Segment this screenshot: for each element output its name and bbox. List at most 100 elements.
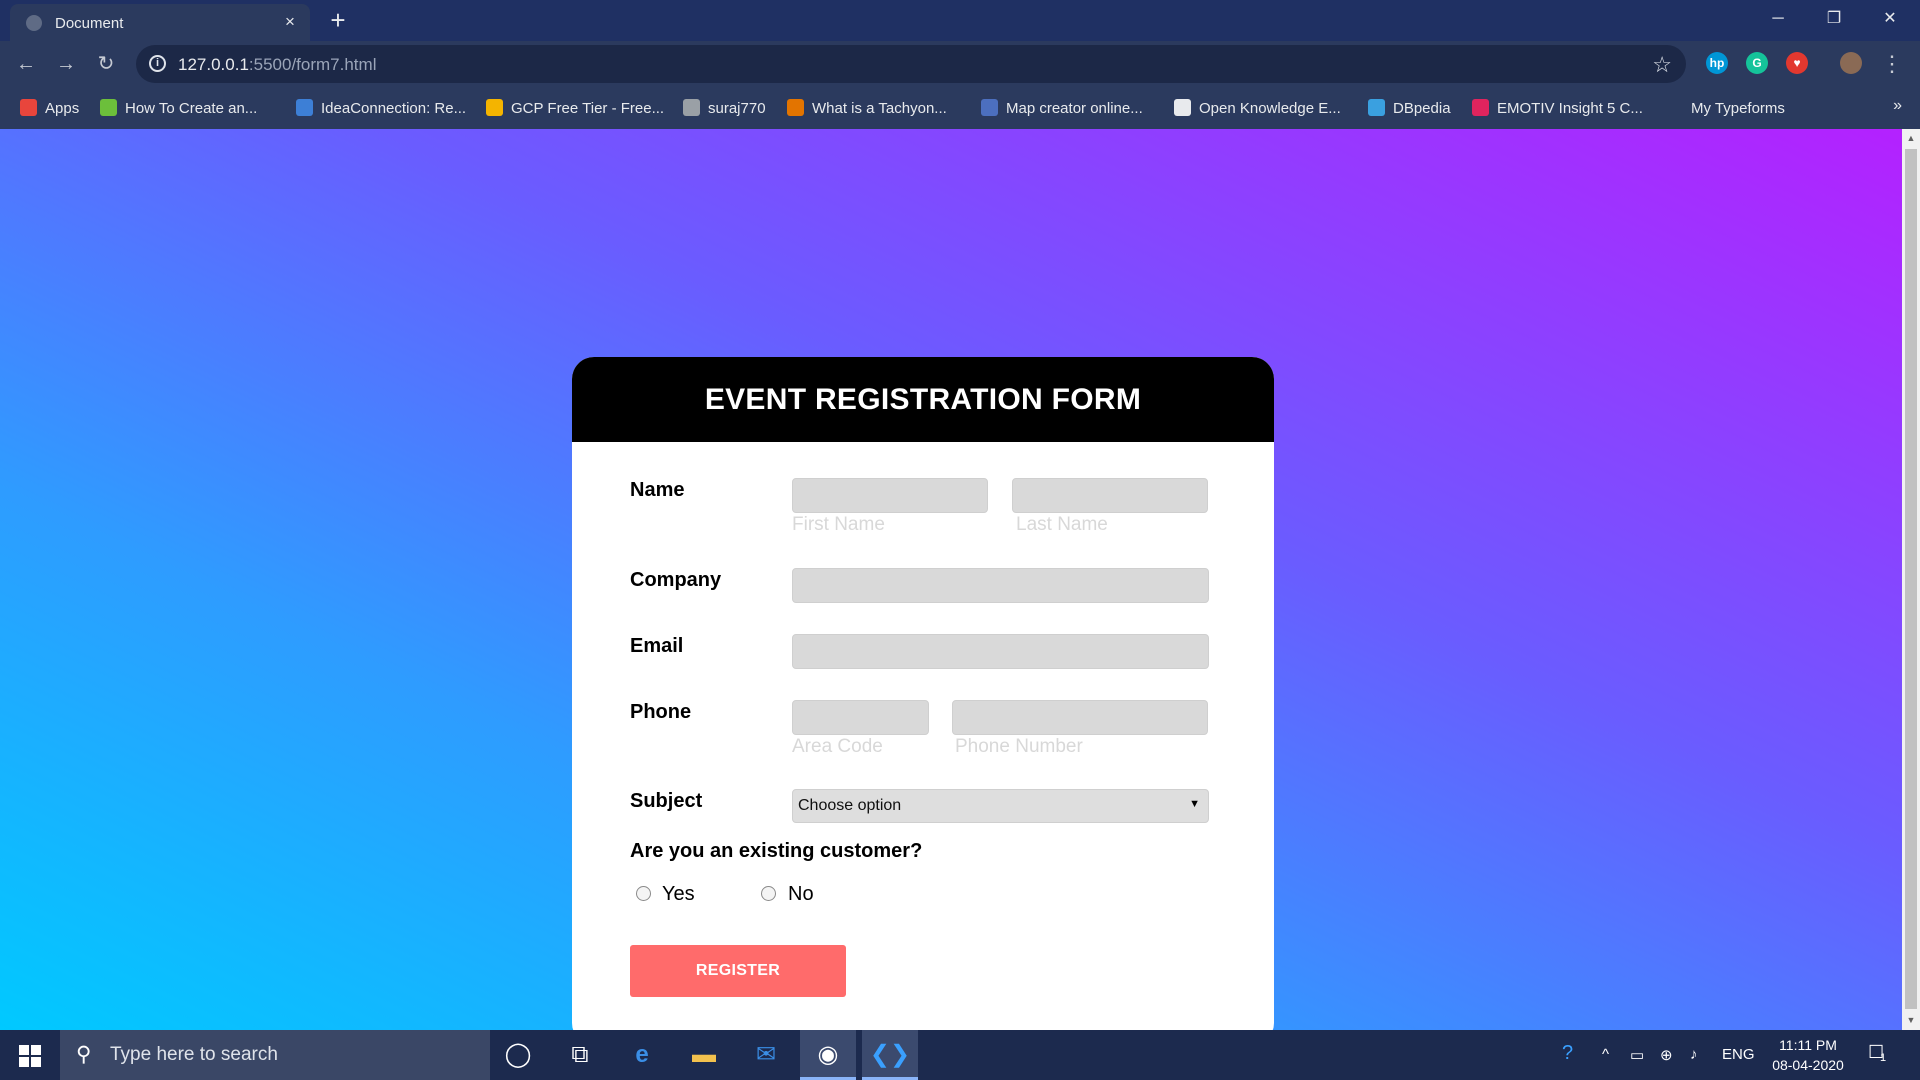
battery-icon[interactable]: ▭ (1630, 1046, 1644, 1064)
grammarly-extension-icon[interactable]: G (1746, 52, 1768, 74)
scrollbar-thumb[interactable] (1905, 149, 1917, 1009)
bookmark-item[interactable]: GCP Free Tier - Free... (486, 99, 664, 119)
chrome-icon[interactable]: ◉ (800, 1030, 856, 1080)
last-name-hint: Last Name (1016, 514, 1108, 535)
browser-toolbar: ← → ↻ i 127.0.0.1:5500/form7.html ☆ hp G… (0, 41, 1920, 87)
scroll-up-icon[interactable]: ▲ (1906, 133, 1916, 143)
phone-label: Phone (630, 701, 692, 723)
page-background: EVENT REGISTRATION FORM Name First Name … (0, 129, 1902, 1045)
notification-center-icon[interactable]: ☐ 1 (1868, 1042, 1894, 1068)
reload-button[interactable]: ↻ (92, 50, 120, 78)
no-radio[interactable] (761, 886, 776, 901)
search-icon: ⚲ (76, 1043, 92, 1066)
email-input[interactable] (792, 634, 1209, 669)
subject-select[interactable]: Choose option ▼ (792, 789, 1209, 823)
edge-browser-icon[interactable]: e (614, 1030, 670, 1080)
scroll-down-icon[interactable]: ▼ (1906, 1015, 1916, 1025)
close-tab-icon[interactable]: × (280, 12, 300, 32)
bookmark-star-icon[interactable]: ☆ (1652, 52, 1672, 78)
bookmark-item[interactable]: DBpedia (1368, 99, 1451, 119)
clock-date: 08-04-2020 (1772, 1057, 1844, 1073)
bookmark-favicon-icon (1472, 99, 1489, 116)
email-label: Email (630, 635, 684, 657)
first-name-input[interactable] (792, 478, 988, 513)
bookmark-item[interactable]: suraj770 (683, 99, 766, 119)
network-icon[interactable]: ⊕ (1660, 1046, 1673, 1064)
bookmark-favicon-icon (1368, 99, 1385, 116)
yes-radio-label[interactable]: Yes (662, 883, 695, 906)
bookmark-item[interactable]: My Typeforms (1666, 99, 1785, 119)
bookmark-item[interactable]: IdeaConnection: Re... (296, 99, 466, 119)
globe-icon (26, 15, 42, 31)
form-title: EVENT REGISTRATION FORM (572, 357, 1274, 442)
last-name-input[interactable] (1012, 478, 1208, 513)
company-label: Company (630, 569, 722, 591)
bookmark-item[interactable]: How To Create an... (100, 99, 257, 119)
url-text[interactable]: 127.0.0.1:5500/form7.html (178, 55, 376, 75)
bookmarks-overflow-button[interactable]: » (1893, 97, 1902, 115)
task-view-icon[interactable]: ⧉ (552, 1030, 608, 1080)
bookmark-favicon-icon (787, 99, 804, 116)
bookmarks-bar: Apps How To Create an... IdeaConnection:… (0, 87, 1920, 129)
vscode-icon[interactable]: ❮❯ (862, 1030, 918, 1080)
minimize-button[interactable]: ─ (1750, 0, 1806, 38)
bookmark-favicon-icon (486, 99, 503, 116)
forward-button[interactable]: → (52, 50, 80, 78)
no-radio-label[interactable]: No (788, 883, 814, 906)
bookmark-apps[interactable]: Apps (20, 99, 79, 119)
name-label: Name (630, 479, 685, 501)
chevron-up-icon[interactable]: ^ (1602, 1046, 1609, 1063)
close-window-button[interactable]: ✕ (1862, 0, 1918, 38)
site-info-icon[interactable]: i (149, 55, 166, 72)
bookmark-favicon-icon (981, 99, 998, 116)
language-indicator[interactable]: ENG (1722, 1046, 1755, 1063)
bookmark-item[interactable]: EMOTIV Insight 5 C... (1472, 99, 1643, 119)
bookmark-item[interactable]: What is a Tachyon... (787, 99, 947, 119)
taskbar-clock[interactable]: 11:11 PM 08-04-2020 (1766, 1035, 1850, 1075)
subject-label: Subject (630, 790, 703, 812)
page-scrollbar[interactable]: ▲ ▼ (1902, 129, 1920, 1030)
clock-time: 11:11 PM (1779, 1037, 1837, 1053)
shield-extension-icon[interactable]: ♥ (1786, 52, 1808, 74)
file-explorer-icon[interactable]: ▬ (676, 1030, 732, 1080)
notification-count: 1 (1880, 1052, 1887, 1064)
bookmark-item[interactable]: Open Knowledge E... (1174, 99, 1341, 119)
apps-grid-icon (20, 99, 37, 116)
new-tab-button[interactable]: + (324, 6, 352, 34)
bookmark-item[interactable]: Map creator online... (981, 99, 1143, 119)
search-placeholder: Type here to search (110, 1044, 278, 1065)
volume-icon[interactable]: ♪ (1690, 1046, 1698, 1063)
area-code-input[interactable] (792, 700, 929, 735)
windows-logo-icon (19, 1045, 41, 1068)
back-button[interactable]: ← (12, 50, 40, 78)
bookmark-favicon-icon (1174, 99, 1191, 116)
area-code-hint: Area Code (792, 736, 883, 757)
browser-tab-strip: Document × + ─ ❐ ✕ (0, 0, 1920, 41)
address-bar[interactable]: i 127.0.0.1:5500/form7.html ☆ (136, 45, 1686, 83)
hp-extension-icon[interactable]: hp (1706, 52, 1728, 74)
existing-customer-question: Are you an existing customer? (630, 840, 923, 862)
registration-form: EVENT REGISTRATION FORM Name First Name … (572, 357, 1274, 1045)
register-button[interactable]: REGISTER (630, 945, 846, 997)
bookmark-favicon-icon (296, 99, 313, 116)
tab-title: Document (55, 15, 124, 32)
yes-radio[interactable] (636, 886, 651, 901)
restore-button[interactable]: ❐ (1806, 0, 1862, 38)
profile-avatar[interactable] (1840, 52, 1862, 74)
bookmark-favicon-icon (683, 99, 700, 116)
browser-menu-icon[interactable]: ⋮ (1878, 50, 1906, 78)
phone-number-hint: Phone Number (955, 736, 1083, 757)
dropdown-arrow-icon: ▼ (1189, 798, 1200, 810)
subject-selected-value: Choose option (798, 797, 902, 814)
first-name-hint: First Name (792, 514, 885, 535)
bookmark-favicon-icon (100, 99, 117, 116)
phone-number-input[interactable] (952, 700, 1208, 735)
company-input[interactable] (792, 568, 1209, 603)
bookmark-favicon-icon (1666, 99, 1683, 116)
help-icon[interactable]: ? (1562, 1042, 1573, 1065)
browser-tab[interactable]: Document × (10, 4, 310, 41)
mail-icon[interactable]: ✉ (738, 1030, 794, 1080)
cortana-icon[interactable]: ◯ (490, 1030, 546, 1080)
windows-start-button[interactable] (0, 1030, 60, 1080)
taskbar-search-box[interactable]: ⚲ Type here to search (60, 1030, 490, 1080)
